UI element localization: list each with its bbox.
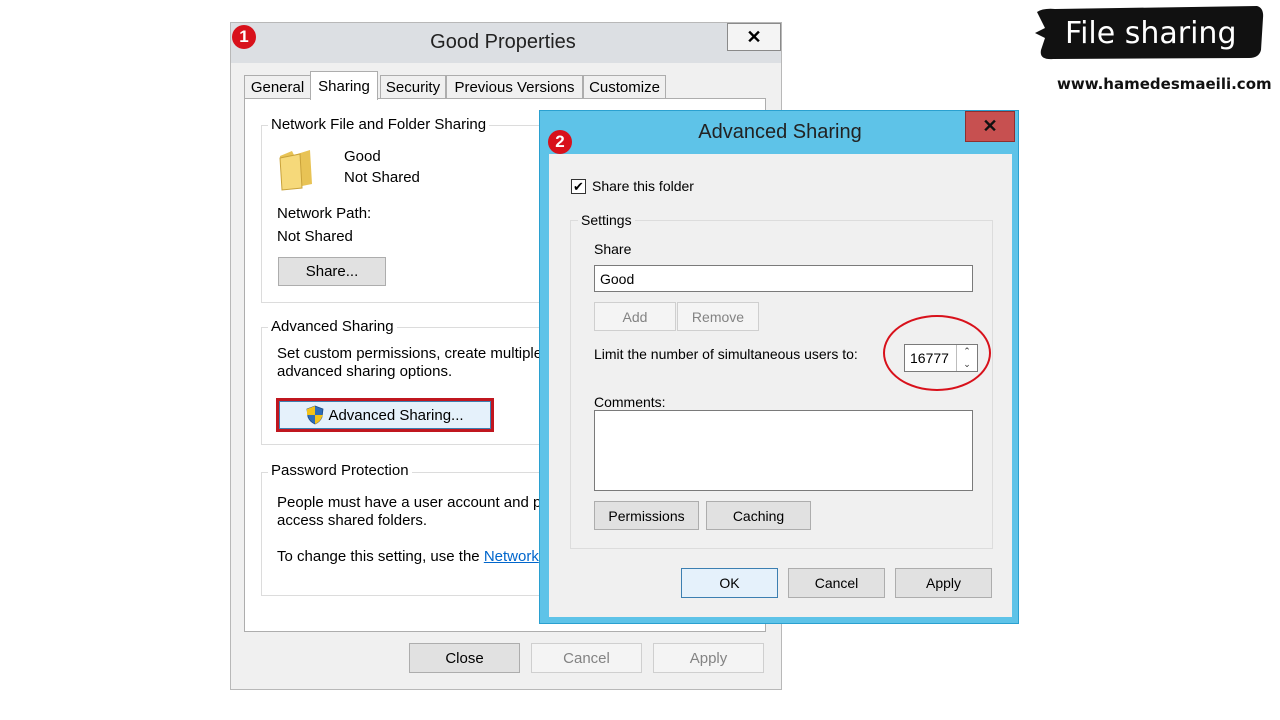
password-change-text: To change this setting, use the Network	[277, 548, 539, 565]
apply-button[interactable]: Apply	[895, 568, 992, 598]
advanced-sharing-desc-line2: advanced sharing options.	[277, 363, 453, 380]
banner-title: File sharing	[1065, 16, 1237, 51]
network-link[interactable]: Network	[484, 548, 539, 565]
checkmark-icon: ✔	[573, 179, 584, 194]
tab-customize[interactable]: Customize	[583, 75, 666, 99]
tab-sharing[interactable]: Sharing	[310, 71, 378, 100]
network-sharing-group-title: Network File and Folder Sharing	[268, 116, 490, 133]
step-badge-1: 1	[232, 25, 256, 49]
properties-apply-button[interactable]: Apply	[653, 643, 764, 673]
advanced-sharing-highlight	[276, 398, 494, 432]
tab-label: Customize	[589, 78, 660, 96]
share-name-input[interactable]: Good	[594, 265, 973, 292]
share-folder-label: Share this folder	[592, 178, 694, 194]
user-limit-label: Limit the number of simultaneous users t…	[594, 346, 858, 362]
password-protection-group-title: Password Protection	[268, 462, 412, 479]
advanced-sharing-group-title: Advanced Sharing	[268, 318, 397, 335]
share-name-label: Share	[594, 241, 632, 257]
comments-label: Comments:	[594, 394, 666, 410]
tab-previous-versions[interactable]: Previous Versions	[446, 75, 583, 99]
close-icon: ✕	[746, 26, 762, 47]
cancel-button[interactable]: Cancel	[788, 568, 885, 598]
advanced-sharing-title: Advanced Sharing	[698, 121, 862, 143]
comments-textarea[interactable]	[594, 410, 973, 491]
user-limit-highlight	[883, 315, 991, 391]
properties-cancel-button[interactable]: Cancel	[531, 643, 642, 673]
close-icon: ✕	[982, 116, 998, 136]
share-name-value: Good	[600, 270, 635, 287]
advanced-sharing-desc-line1: Set custom permissions, create multiple	[277, 345, 543, 362]
properties-close-button[interactable]: ✕	[727, 23, 781, 51]
ok-button[interactable]: OK	[681, 568, 778, 598]
caching-button[interactable]: Caching	[706, 501, 811, 530]
tab-label: General	[250, 78, 305, 96]
network-path-label: Network Path:	[277, 205, 372, 222]
tab-general[interactable]: General	[244, 75, 311, 99]
file-sharing-banner: File sharing	[1035, 6, 1265, 60]
advanced-sharing-dialog: Advanced Sharing ✕ ✔ Share this folder S…	[539, 110, 1019, 624]
close-button[interactable]: Close	[409, 643, 520, 673]
network-path-value: Not Shared	[277, 228, 353, 245]
password-desc-line1: People must have a user account and p	[277, 494, 542, 511]
tab-label: Previous Versions	[454, 78, 575, 96]
remove-button[interactable]: Remove	[677, 302, 759, 331]
permissions-button[interactable]: Permissions	[594, 501, 699, 530]
site-url: www.hamedesmaeili.com	[1057, 75, 1272, 93]
tab-label: Sharing	[318, 77, 370, 95]
settings-group-title: Settings	[578, 212, 635, 228]
tab-security[interactable]: Security	[380, 75, 446, 99]
share-folder-checkbox[interactable]: ✔	[571, 179, 586, 194]
properties-title-bar: Good Properties ✕	[231, 23, 781, 63]
add-button[interactable]: Add	[594, 302, 676, 331]
step-badge-2: 2	[548, 130, 572, 154]
advanced-sharing-client-area: ✔ Share this folder Settings Share Good …	[549, 154, 1012, 617]
tab-label: Security	[385, 78, 441, 96]
folder-share-status: Not Shared	[344, 169, 420, 186]
share-button[interactable]: Share...	[278, 257, 386, 286]
password-change-prefix: To change this setting, use the	[277, 548, 484, 565]
password-desc-line2: access shared folders.	[277, 512, 428, 529]
folder-icon	[279, 150, 312, 191]
advanced-sharing-close-button[interactable]: ✕	[965, 111, 1015, 142]
folder-name: Good	[344, 148, 381, 165]
properties-title: Good Properties	[430, 31, 576, 53]
